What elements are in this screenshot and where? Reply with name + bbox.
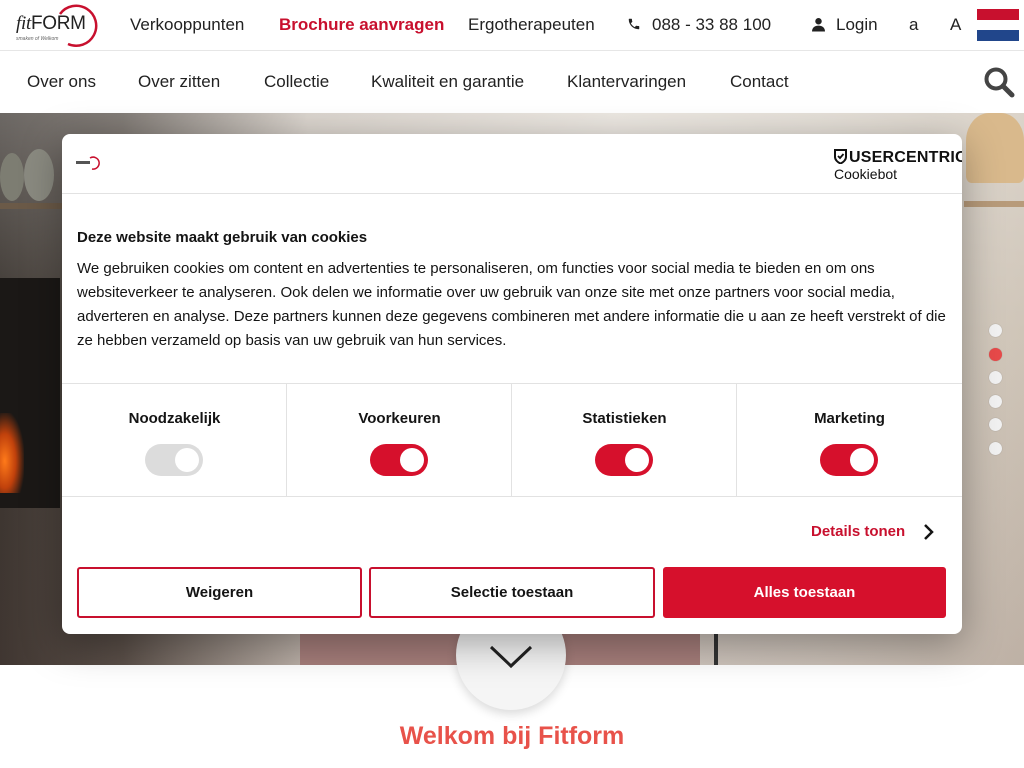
topnav-brochure-aanvragen[interactable]: Brochure aanvragen <box>279 15 444 35</box>
chevron-down-icon <box>489 645 533 669</box>
topnav-verkooppunten[interactable]: Verkooppunten <box>130 15 244 35</box>
nav-kwaliteit-en-garantie[interactable]: Kwaliteit en garantie <box>371 72 524 92</box>
slider-dot[interactable] <box>989 371 1002 384</box>
usercentrics-brand: USERCENTRICS <box>834 149 962 167</box>
slider-dot[interactable] <box>989 441 1002 455</box>
toggle-marketing[interactable] <box>820 444 878 476</box>
main-nav: Over ons Over zitten Collectie Kwaliteit… <box>0 51 1024 113</box>
details-tonen-link[interactable]: Details tonen <box>811 523 905 540</box>
hero-vase <box>24 149 54 201</box>
logo-tagline: smaken of Welkom <box>16 36 59 42</box>
cookie-dialog-title: Deze website maakt gebruik van cookies <box>77 229 368 246</box>
slider-dot[interactable] <box>989 418 1002 431</box>
hero-fire <box>0 413 24 493</box>
category-voorkeuren: Voorkeuren <box>287 384 512 496</box>
search-icon[interactable] <box>983 66 1015 98</box>
nav-klantervaringen[interactable]: Klantervaringen <box>567 72 686 92</box>
cookiebot-label: Cookiebot <box>834 166 898 182</box>
usercentrics-wordmark: USERCENTRICS <box>849 149 962 166</box>
logo-wordmark: fitFORM <box>16 13 86 34</box>
deny-cookies-button[interactable]: Weigeren <box>77 567 362 618</box>
category-label: Voorkeuren <box>358 410 441 427</box>
nav-over-zitten[interactable]: Over zitten <box>138 72 220 92</box>
toggle-knob <box>400 448 424 472</box>
allow-all-cookies-button[interactable]: Alles toestaan <box>663 567 946 618</box>
toggle-knob <box>625 448 649 472</box>
toggle-knob <box>175 448 199 472</box>
allow-selection-button[interactable]: Selectie toestaan <box>369 567 655 618</box>
login-link[interactable]: Login <box>836 15 878 35</box>
category-label: Marketing <box>814 410 885 427</box>
cookie-consent-dialog: USERCENTRICS Cookiebot Deze website maak… <box>62 134 962 634</box>
toggle-voorkeuren[interactable] <box>370 444 428 476</box>
toggle-noodzakelijk <box>145 444 203 476</box>
user-icon <box>812 18 825 32</box>
hero-shelf <box>964 201 1024 207</box>
toggle-statistieken[interactable] <box>595 444 653 476</box>
fitform-small-logo-icon <box>76 156 100 170</box>
nav-collectie[interactable]: Collectie <box>264 72 329 92</box>
font-size-small-button[interactable]: a <box>909 15 918 35</box>
cookie-dialog-body: We gebruiken cookies om content en adver… <box>77 260 946 349</box>
top-bar: fitFORM smaken of Welkom Verkooppunten B… <box>0 0 1024 51</box>
category-label: Noodzakelijk <box>128 410 221 427</box>
toggle-knob <box>850 448 874 472</box>
phone-icon <box>628 18 640 30</box>
nav-over-ons[interactable]: Over ons <box>27 72 96 92</box>
chevron-right-icon[interactable] <box>922 524 936 540</box>
hero-vase <box>0 153 24 201</box>
flag-stripe-blue <box>977 30 1019 41</box>
slider-dot[interactable] <box>989 347 1002 361</box>
hero-shelf <box>0 203 70 209</box>
category-statistieken: Statistieken <box>512 384 737 496</box>
dutch-flag-icon[interactable] <box>977 9 1019 41</box>
welcome-heading: Welkom bij Fitform <box>399 722 625 750</box>
font-size-large-button[interactable]: A <box>950 15 961 35</box>
flag-stripe-white <box>977 19 1019 31</box>
category-noodzakelijk: Noodzakelijk <box>62 384 287 496</box>
cookie-dialog-header: USERCENTRICS Cookiebot <box>62 134 962 194</box>
topnav-ergotherapeuten[interactable]: Ergotherapeuten <box>468 15 595 35</box>
flag-stripe-red <box>977 9 1019 20</box>
category-label: Statistieken <box>582 410 667 427</box>
nav-contact[interactable]: Contact <box>730 72 789 92</box>
slider-dots <box>989 324 1003 465</box>
fitform-logo[interactable]: fitFORM smaken of Welkom <box>14 4 100 48</box>
category-marketing: Marketing <box>737 384 962 496</box>
slider-dot[interactable] <box>989 324 1002 337</box>
slider-dot[interactable] <box>989 394 1002 408</box>
shield-icon <box>834 149 847 164</box>
topnav-phone[interactable]: 088 - 33 88 100 <box>652 15 771 35</box>
hero-lamp <box>966 113 1024 183</box>
cookie-categories: Noodzakelijk Voorkeuren Statistieken Mar… <box>62 383 962 497</box>
